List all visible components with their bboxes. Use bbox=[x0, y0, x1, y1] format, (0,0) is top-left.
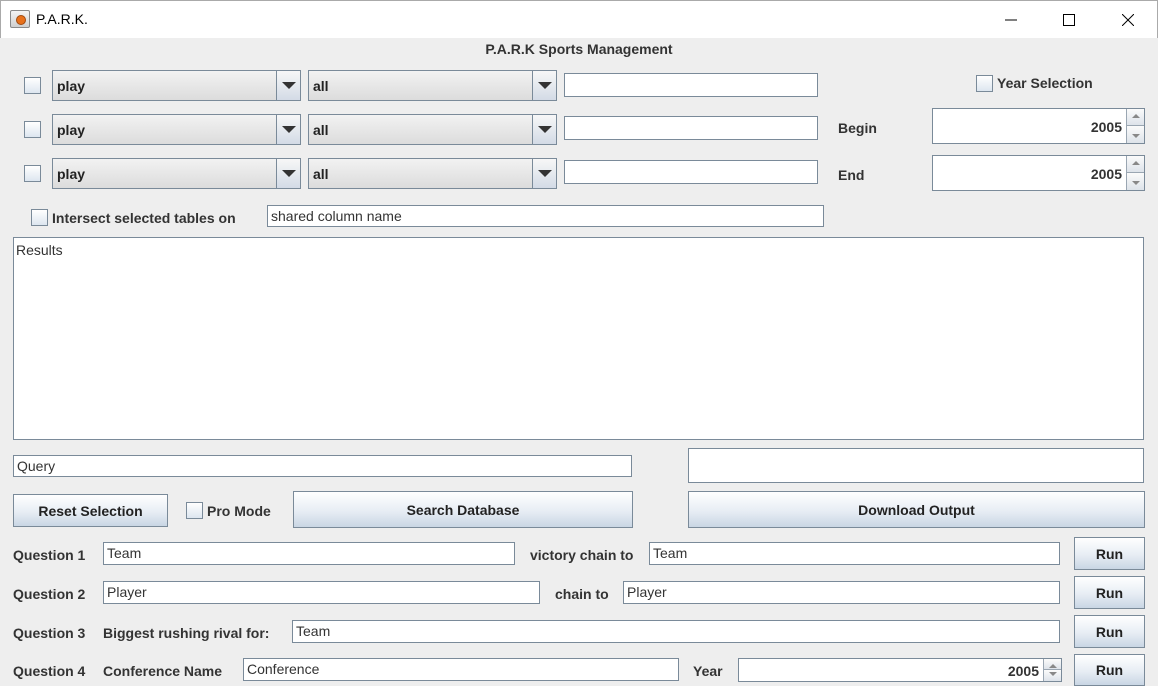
close-icon bbox=[1122, 14, 1134, 26]
page-title: P.A.R.K Sports Management bbox=[485, 41, 673, 57]
row1-value-input[interactable] bbox=[564, 73, 818, 97]
question2-label: Question 2 bbox=[13, 586, 86, 602]
question3-label: Question 3 bbox=[13, 625, 86, 641]
spinner-up-icon[interactable] bbox=[1127, 109, 1144, 126]
minimize-button[interactable] bbox=[982, 1, 1040, 39]
end-year-spinner[interactable]: 2005 bbox=[932, 155, 1145, 191]
spinner-down-icon[interactable] bbox=[1127, 173, 1144, 190]
question3-run-button[interactable]: Run bbox=[1074, 615, 1145, 648]
question2-run-button[interactable]: Run bbox=[1074, 576, 1145, 609]
question4-conference-input[interactable]: Conference bbox=[243, 658, 679, 681]
shared-column-input[interactable]: shared column name bbox=[267, 205, 824, 227]
begin-year-value: 2005 bbox=[1090, 119, 1122, 135]
question4-label: Question 4 bbox=[13, 663, 86, 679]
question4-year-spinner[interactable]: 2005 bbox=[738, 658, 1062, 682]
chevron-down-icon[interactable] bbox=[276, 115, 300, 144]
results-text: Results bbox=[16, 242, 63, 258]
question1-connector: victory chain to bbox=[530, 547, 634, 563]
year-selection-label: Year Selection bbox=[997, 75, 1093, 91]
question3-connector: Biggest rushing rival for: bbox=[103, 625, 270, 641]
question1-team-input[interactable]: Team bbox=[103, 542, 515, 565]
question4-year-label: Year bbox=[693, 663, 723, 679]
year-selection-checkbox[interactable] bbox=[976, 75, 993, 92]
row2-checkbox[interactable] bbox=[24, 121, 41, 138]
spinner-buttons bbox=[1126, 109, 1144, 143]
chevron-down-icon[interactable] bbox=[276, 71, 300, 100]
question3-team-input[interactable]: Team bbox=[292, 620, 1060, 643]
pro-mode-checkbox[interactable] bbox=[186, 502, 203, 519]
results-area[interactable]: Results bbox=[13, 237, 1144, 440]
question2-connector: chain to bbox=[555, 586, 609, 602]
begin-label: Begin bbox=[838, 120, 877, 136]
row1-table-combo[interactable]: play bbox=[52, 70, 301, 101]
question2-target-input[interactable]: Player bbox=[623, 581, 1060, 604]
row3-table-value: play bbox=[57, 166, 86, 182]
minimize-icon bbox=[1005, 19, 1017, 21]
chevron-down-icon[interactable] bbox=[532, 115, 556, 144]
intersect-label: Intersect selected tables on bbox=[52, 210, 236, 226]
pro-mode-label: Pro Mode bbox=[207, 503, 271, 519]
row2-table-combo[interactable]: play bbox=[52, 114, 301, 145]
question4-year-value: 2005 bbox=[1007, 663, 1039, 679]
spinner-up-icon[interactable] bbox=[1127, 156, 1144, 173]
window-title: P.A.R.K. bbox=[36, 11, 88, 27]
chevron-down-icon[interactable] bbox=[276, 159, 300, 188]
intersect-checkbox[interactable] bbox=[31, 209, 48, 226]
java-app-icon bbox=[10, 10, 30, 28]
row3-checkbox[interactable] bbox=[24, 165, 41, 182]
spinner-down-icon[interactable] bbox=[1044, 670, 1061, 681]
row1-column-value: all bbox=[313, 78, 329, 94]
close-button[interactable] bbox=[1099, 1, 1157, 39]
chevron-down-icon[interactable] bbox=[532, 71, 556, 100]
row3-column-combo[interactable]: all bbox=[308, 158, 557, 189]
spinner-buttons bbox=[1043, 659, 1061, 681]
question2-player-input[interactable]: Player bbox=[103, 581, 540, 604]
maximize-icon bbox=[1063, 14, 1075, 26]
spinner-down-icon[interactable] bbox=[1127, 126, 1144, 143]
row3-table-combo[interactable]: play bbox=[52, 158, 301, 189]
end-year-value: 2005 bbox=[1090, 166, 1122, 182]
search-database-button[interactable]: Search Database bbox=[293, 491, 633, 528]
row1-checkbox[interactable] bbox=[24, 77, 41, 94]
maximize-button[interactable] bbox=[1040, 1, 1098, 39]
query-input[interactable]: Query bbox=[13, 455, 632, 477]
row3-column-value: all bbox=[313, 166, 329, 182]
download-output-button[interactable]: Download Output bbox=[688, 491, 1145, 528]
question1-label: Question 1 bbox=[13, 547, 86, 563]
question1-run-button[interactable]: Run bbox=[1074, 537, 1145, 570]
row1-column-combo[interactable]: all bbox=[308, 70, 557, 101]
row2-table-value: play bbox=[57, 122, 86, 138]
row2-column-value: all bbox=[313, 122, 329, 138]
question4-run-button[interactable]: Run bbox=[1074, 654, 1145, 686]
title-bar: P.A.R.K. bbox=[0, 0, 1158, 38]
reset-selection-button[interactable]: Reset Selection bbox=[13, 494, 168, 527]
output-path-input[interactable] bbox=[688, 448, 1144, 483]
question1-target-input[interactable]: Team bbox=[649, 542, 1060, 565]
row2-value-input[interactable] bbox=[564, 116, 818, 140]
spinner-up-icon[interactable] bbox=[1044, 659, 1061, 670]
row1-table-value: play bbox=[57, 78, 86, 94]
chevron-down-icon[interactable] bbox=[532, 159, 556, 188]
begin-year-spinner[interactable]: 2005 bbox=[932, 108, 1145, 144]
question4-connector: Conference Name bbox=[103, 663, 223, 679]
end-label: End bbox=[838, 167, 865, 183]
spinner-buttons bbox=[1126, 156, 1144, 190]
row3-value-input[interactable] bbox=[564, 160, 818, 184]
row2-column-combo[interactable]: all bbox=[308, 114, 557, 145]
